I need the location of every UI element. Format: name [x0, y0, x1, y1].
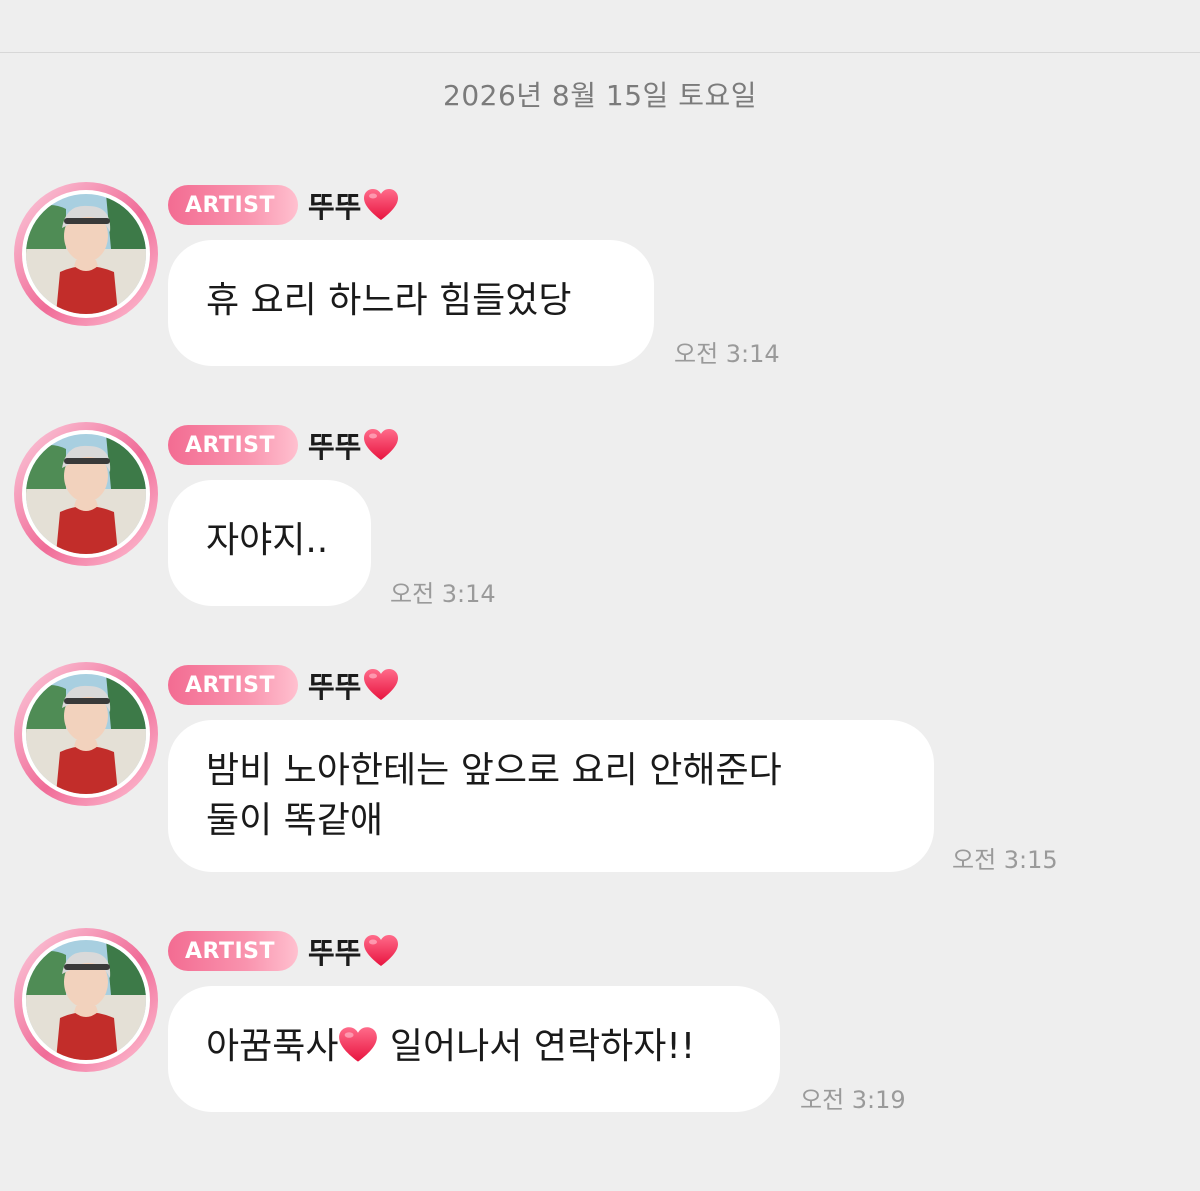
message-text: 자야지.. [206, 520, 329, 561]
artist-badge: ARTIST [168, 931, 298, 971]
avatar-photo [26, 674, 146, 794]
heart-icon [364, 935, 399, 966]
avatar-photo [26, 434, 146, 554]
message-time: 오전 3:15 [952, 846, 1058, 874]
message-time: 오전 3:14 [674, 340, 780, 368]
message-bubble[interactable]: 자야지.. [168, 480, 371, 606]
message-bubble[interactable]: 아꿈푹사 일어나서 연락하자!! [168, 986, 780, 1112]
avatar-photo [26, 194, 146, 314]
avatar[interactable] [14, 182, 158, 326]
artist-badge: ARTIST [168, 665, 298, 705]
message-text: 휴 요리 하느라 힘들었당 [206, 280, 572, 321]
avatar[interactable] [14, 662, 158, 806]
heart-icon [364, 189, 399, 220]
message-bubble[interactable]: 밤비 노아한테는 앞으로 요리 안해준다 둘이 똑같애 [168, 720, 934, 872]
sender-name: 뚜뚜 [308, 190, 362, 224]
avatar[interactable] [14, 928, 158, 1072]
message-text-line-1: 밤비 노아한테는 앞으로 요리 안해준다 [206, 750, 782, 791]
message-time: 오전 3:19 [800, 1086, 906, 1114]
avatar-photo [26, 940, 146, 1060]
sender-row: ARTIST 뚜뚜 [168, 930, 399, 972]
heart-icon [339, 1027, 378, 1062]
sender-name: 뚜뚜 [308, 430, 362, 464]
message-time: 오전 3:14 [390, 580, 496, 608]
heart-icon [364, 669, 399, 700]
message-bubble[interactable]: 휴 요리 하느라 힘들었당 [168, 240, 654, 366]
message-text-line-2: 둘이 똑같애 [206, 800, 384, 841]
message-text-before: 아꿈푹사 [206, 1026, 339, 1067]
avatar[interactable] [14, 422, 158, 566]
top-divider [0, 52, 1200, 53]
date-header: 2026년 8월 15일 토요일 [443, 79, 757, 112]
sender-name: 뚜뚜 [308, 936, 362, 970]
sender-row: ARTIST 뚜뚜 [168, 664, 399, 706]
sender-row: ARTIST 뚜뚜 [168, 424, 399, 466]
sender-name: 뚜뚜 [308, 670, 362, 704]
artist-badge: ARTIST [168, 185, 298, 225]
message-text: 아꿈푹사 일어나서 연락하자!! [206, 1022, 742, 1072]
artist-badge: ARTIST [168, 425, 298, 465]
heart-icon [364, 429, 399, 460]
sender-row: ARTIST 뚜뚜 [168, 184, 399, 226]
message-text-after: 일어나서 연락하자!! [378, 1026, 696, 1067]
